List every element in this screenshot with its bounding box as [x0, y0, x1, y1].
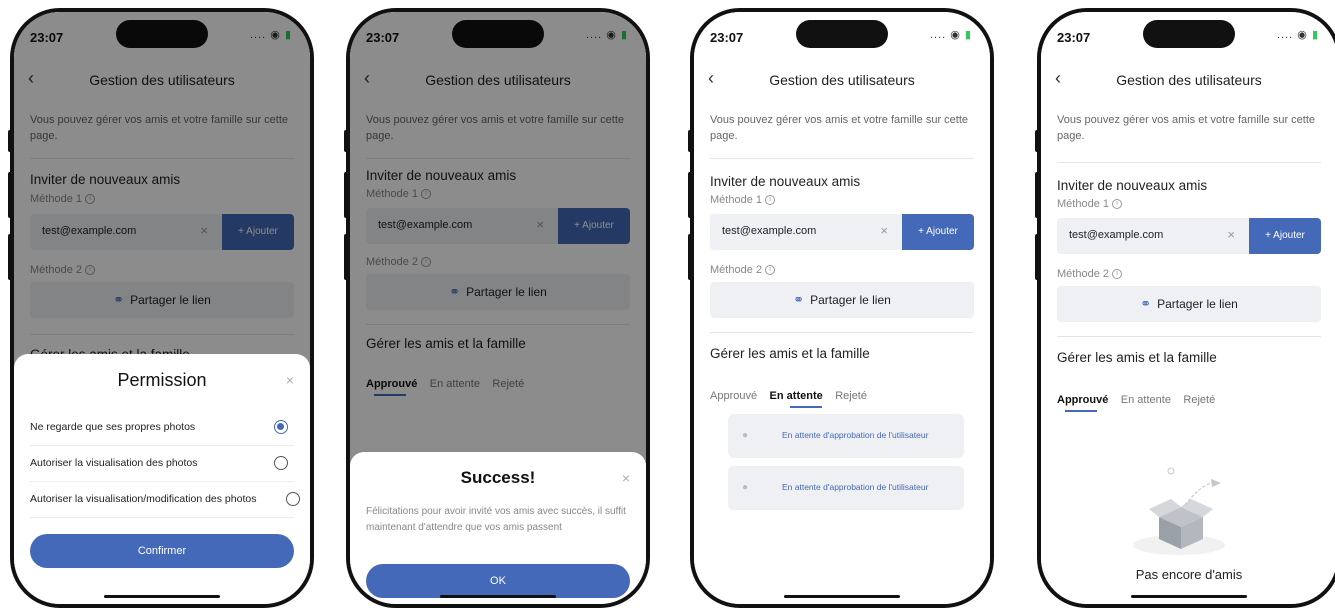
empty-box-icon [1133, 467, 1225, 555]
add-button[interactable]: + Ajouter [902, 214, 974, 250]
email-field[interactable]: test@example.com × [710, 214, 902, 250]
info-icon[interactable]: i [1111, 199, 1122, 210]
empty-state-message: Pas encore d'amis [1135, 567, 1243, 582]
list-item[interactable]: ● En attente d'approbation de l'utilisat… [728, 466, 964, 510]
page-title: Gestion des utilisateurs [1116, 72, 1262, 88]
dynamic-island [1143, 20, 1235, 48]
tab-approuve[interactable]: Approuvé [1057, 394, 1108, 406]
invite-section-title: Inviter de nouveaux amis [1057, 178, 1208, 193]
status-bar: 23:07 .... ◉ ▮ [1041, 12, 1335, 60]
tab-rejete[interactable]: Rejeté [1183, 394, 1215, 406]
success-sheet: Success! × Félicitations pour avoir invi… [350, 452, 646, 604]
clear-icon[interactable]: × [880, 223, 888, 238]
confirm-button[interactable]: Confirmer [30, 534, 294, 568]
email-field[interactable]: test@example.com × [1057, 218, 1249, 254]
phone-pending: 23:07 .... ◉ ▮ ‹ Gestion des utilisateur… [690, 8, 994, 608]
signal-icon: .... [929, 29, 947, 41]
signal-icon: .... [1276, 29, 1294, 41]
invite-section-title: Inviter de nouveaux amis [710, 174, 861, 189]
permission-option[interactable]: Ne regarde que ses propres photos [30, 410, 294, 446]
close-icon[interactable]: × [286, 372, 294, 388]
method-2-label: Méthode 2i [1057, 268, 1122, 280]
method-1-label: Méthode 1i [1057, 198, 1122, 210]
radio-checked-icon[interactable] [274, 420, 288, 434]
phone-permission: 23:07 .... ◉ ▮ ‹ Gestion des utilisateur… [10, 8, 314, 608]
manage-section-title: Gérer les amis et la famille [710, 346, 870, 361]
ok-button[interactable]: OK [366, 564, 630, 598]
active-tab-indicator [790, 406, 822, 408]
status-bar: 23:07 .... ◉ ▮ [694, 12, 990, 60]
battery-icon: ▮ [964, 29, 972, 41]
permission-title: Permission [117, 370, 207, 390]
success-message: Félicitations pour avoir invité vos amis… [366, 506, 626, 533]
divider [710, 332, 974, 333]
divider [1057, 162, 1321, 163]
email-invite-row: test@example.com × + Ajouter [1057, 218, 1321, 254]
list-item[interactable]: ● En attente d'approbation de l'utilisat… [728, 414, 964, 458]
radio-icon[interactable] [286, 492, 300, 506]
wifi-icon: ◉ [950, 29, 961, 41]
friends-tabs: Approuvé En attente Rejeté [1057, 390, 1321, 420]
page-description: Vous pouvez gérer vos amis et votre fami… [710, 114, 969, 142]
user-icon: ● [742, 430, 749, 441]
tab-rejete[interactable]: Rejeté [835, 390, 867, 402]
page-title: Gestion des utilisateurs [769, 72, 915, 88]
email-value: test@example.com [722, 225, 817, 237]
home-indicator [104, 595, 220, 598]
status-time: 23:07 [710, 30, 744, 45]
share-link-button[interactable]: ⚭ Partager le lien [710, 282, 974, 318]
pending-status: En attente d'approbation de l'utilisateu… [782, 430, 929, 440]
info-icon[interactable]: i [1111, 269, 1122, 280]
status-icons: .... ◉ ▮ [930, 28, 972, 41]
add-button[interactable]: + Ajouter [1249, 218, 1321, 254]
method-1-label: Méthode 1i [710, 194, 775, 206]
tab-en-attente[interactable]: En attente [770, 390, 823, 402]
clear-icon[interactable]: × [1227, 227, 1235, 242]
nav-bar: ‹ Gestion des utilisateurs [1041, 64, 1335, 100]
divider [710, 158, 974, 159]
close-icon[interactable]: × [622, 470, 630, 486]
dynamic-island [796, 20, 888, 48]
pending-status: En attente d'approbation de l'utilisateu… [782, 482, 929, 492]
tab-approuve[interactable]: Approuvé [710, 390, 757, 402]
nav-bar: ‹ Gestion des utilisateurs [694, 64, 990, 100]
home-indicator [1131, 595, 1247, 598]
status-time: 23:07 [1057, 30, 1091, 45]
success-title: Success! [460, 468, 536, 487]
active-tab-indicator [1065, 410, 1097, 412]
email-value: test@example.com [1069, 229, 1164, 241]
manage-section-title: Gérer les amis et la famille [1057, 350, 1217, 365]
friends-tabs: Approuvé En attente Rejeté [710, 386, 974, 416]
method-2-label: Méthode 2i [710, 264, 775, 276]
phone-success: 23:07 .... ◉ ▮ ‹ Gestion des utilisateur… [346, 8, 650, 608]
permission-option[interactable]: Autoriser la visualisation/modification … [30, 482, 300, 518]
home-indicator [440, 595, 556, 598]
share-link-button[interactable]: ⚭ Partager le lien [1057, 286, 1321, 322]
status-icons: .... ◉ ▮ [1277, 28, 1319, 41]
tab-en-attente[interactable]: En attente [1121, 394, 1171, 406]
link-icon: ⚭ [793, 292, 805, 307]
permission-sheet: Permission × Ne regarde que ses propres … [14, 354, 310, 604]
battery-icon: ▮ [1311, 29, 1319, 41]
info-icon[interactable]: i [764, 195, 775, 206]
user-icon: ● [742, 482, 749, 493]
wifi-icon: ◉ [1297, 29, 1308, 41]
phone-empty: 23:07 .... ◉ ▮ ‹ Gestion des utilisateur… [1037, 8, 1335, 608]
home-indicator [784, 595, 900, 598]
link-icon: ⚭ [1140, 296, 1152, 311]
email-invite-row: test@example.com × + Ajouter [710, 214, 974, 250]
permission-option[interactable]: Autoriser la visualisation des photos [30, 446, 294, 482]
info-icon[interactable]: i [764, 265, 775, 276]
radio-icon[interactable] [274, 456, 288, 470]
page-description: Vous pouvez gérer vos amis et votre fami… [1057, 114, 1316, 142]
divider [1057, 336, 1321, 337]
